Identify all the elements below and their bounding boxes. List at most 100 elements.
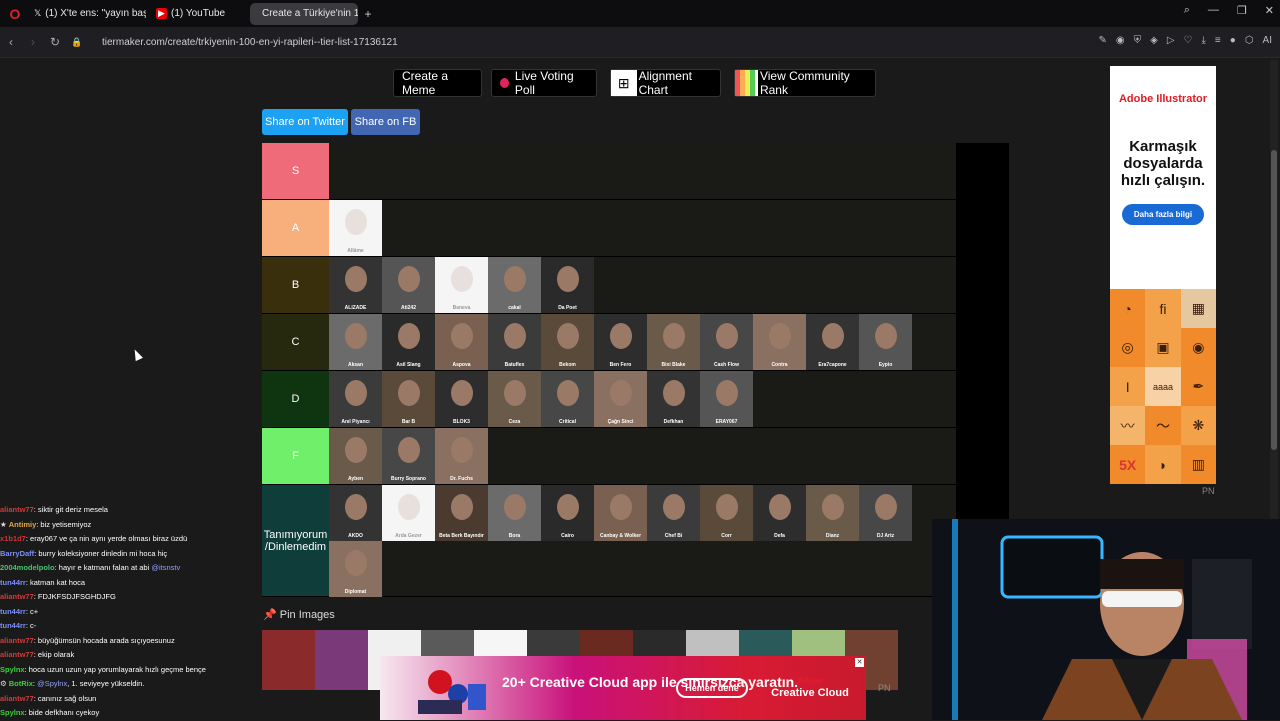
live-voting-button[interactable]: Live Voting Poll [491,69,597,97]
ad-cta-button[interactable]: Daha fazla bilgi [1122,204,1204,225]
tier-item[interactable]: Cash Flow [700,314,753,370]
scrollbar-thumb[interactable] [1271,150,1277,450]
pin-thumbnail[interactable] [262,630,315,690]
tier-settings[interactable] [956,200,1009,256]
tier-item[interactable]: ERAY067 [700,371,753,427]
tier-item[interactable]: Ayben [329,428,382,484]
tier-item[interactable]: Bora [488,485,541,541]
chat-username[interactable]: aliantw77 [0,694,34,703]
opera-logo-icon[interactable]: O [4,3,26,25]
tier-label[interactable]: C [262,314,329,370]
tab-youtube[interactable]: ▶ (1) YouTube [148,3,248,25]
tier-item[interactable]: Diplomat [329,541,382,597]
shield-icon[interactable]: ⛨ [1134,35,1142,46]
edit-icon[interactable]: ✎ [1099,35,1107,46]
tier-label[interactable]: Tanımıyorum /Dinlemedim [262,485,329,596]
back-icon[interactable]: ‹ [0,35,22,49]
tier-item[interactable]: Corr [700,485,753,541]
tier-item[interactable]: Bekom [541,314,594,370]
chat-username[interactable]: Spylnx [0,708,25,717]
tier-item[interactable]: AKDO [329,485,382,541]
tier-item[interactable]: Ceza [488,371,541,427]
url-field[interactable]: tiermaker.com/create/trkiyenin-100-en-yi… [102,37,398,48]
tier-item[interactable]: Bixi Blake [647,314,700,370]
heart-icon[interactable]: ♡ [1184,35,1193,46]
share-twitter-button[interactable]: Share on Twitter [262,109,348,135]
tier-settings[interactable] [956,428,1009,484]
tier-item[interactable]: Bar B [382,371,435,427]
chat-username[interactable]: tun44rr [0,578,26,587]
close-icon[interactable]: ✕ [1265,4,1274,17]
tier-items[interactable]: Anıl Piyancı Bar B BLOK3 Ceza Critical Çağn S… [329,371,956,427]
chat-username[interactable]: aliantw77 [0,592,34,601]
create-meme-button[interactable]: Create a Meme [393,69,482,97]
chat-username[interactable]: aliantw77 [0,505,34,514]
ai-button[interactable]: AI [1263,35,1272,46]
tier-label[interactable]: A [262,200,329,256]
alignment-chart-button[interactable]: ⊞ Alignment Chart [610,69,721,97]
chat-username[interactable]: x1b1d7 [0,534,26,543]
tier-settings[interactable] [956,371,1009,427]
chat-username[interactable]: aliantw77 [0,650,34,659]
tier-item[interactable]: BLOK3 [435,371,488,427]
tier-items[interactable]: Allâme [329,200,956,256]
tier-item[interactable]: Batuflex [488,314,541,370]
chat-username[interactable]: Spylnx [0,665,25,674]
chat-username[interactable]: Antimiy [9,520,37,529]
tier-item[interactable]: Aksan [329,314,382,370]
bottom-ad-cta[interactable]: Hemen dene [676,678,748,698]
tier-label[interactable]: S [262,143,329,199]
restore-icon[interactable]: ❐ [1237,4,1247,17]
tier-settings[interactable] [956,314,1009,370]
minimize-icon[interactable]: — [1208,4,1219,17]
chat-username[interactable]: BotRix [9,679,33,688]
tier-item[interactable]: Eypio [859,314,912,370]
extensions-icon[interactable]: ⬡ [1245,35,1254,46]
tier-settings[interactable] [956,143,1009,199]
tier-item[interactable]: ALIZADE [329,257,382,313]
tier-item[interactable]: cakal [488,257,541,313]
share-fb-button[interactable]: Share on FB [351,109,420,135]
tier-item[interactable]: Canbay & Wolker [594,485,647,541]
chat-mention[interactable]: @Spylnx [37,679,67,688]
tier-item[interactable]: Defkhan [647,371,700,427]
chat-mention[interactable]: @itsnstv [151,563,180,572]
tier-item[interactable]: Chef Bi [647,485,700,541]
forward-icon[interactable]: › [22,35,44,49]
tier-settings[interactable] [956,257,1009,313]
pin-images-label[interactable]: 📌 Pin Images [263,608,335,621]
search-icon[interactable]: ⌕ [1184,4,1190,17]
tier-item[interactable]: Ati242 [382,257,435,313]
tier-item[interactable]: Cairo [541,485,594,541]
tier-label[interactable]: F [262,428,329,484]
download-icon[interactable]: ⤓ [1202,35,1206,46]
chat-username[interactable]: 2004modelpolo [0,563,55,572]
profile-icon[interactable]: ● [1230,35,1236,46]
creative-cloud-ad[interactable]: 20+ Creative Cloud app ile sınırsızca ya… [380,656,866,720]
tier-item[interactable]: Da Poet [541,257,594,313]
tier-item[interactable]: Defa [753,485,806,541]
tier-item[interactable]: Çağn Sinci [594,371,647,427]
tab-tiermaker[interactable]: Create a Türkiye'nin 100 · [250,2,358,25]
tier-item[interactable]: Allâme [329,200,382,256]
tier-item[interactable]: Arda Gezer [382,485,435,541]
tier-item[interactable]: DJ Artz [859,485,912,541]
tier-item[interactable]: Aspova [435,314,488,370]
tier-item[interactable]: Contra [753,314,806,370]
tier-label[interactable]: B [262,257,329,313]
community-rank-button[interactable]: View Community Rank [734,69,876,97]
menu-icon[interactable]: ≡ [1215,35,1221,46]
chat-username[interactable]: tun44rr [0,621,26,630]
chat-username[interactable]: aliantw77 [0,636,34,645]
tab-x[interactable]: 𝕏 (1) X'te ens: "yayın başladı [26,3,146,25]
ad-close-icon[interactable]: ✕ [855,658,864,667]
adobe-illustrator-ad[interactable]: Adobe Illustrator Karmaşık dosyalarda hı… [1110,66,1216,484]
pin-thumbnail[interactable] [315,630,368,690]
chat-username[interactable]: BarryDaff [0,549,34,558]
tier-item[interactable]: Burry Soprano [382,428,435,484]
tier-label[interactable]: D [262,371,329,427]
play-icon[interactable]: ▷ [1167,35,1175,46]
vpn-icon[interactable]: ◈ [1150,35,1158,46]
tier-items[interactable]: AKDO Arda Gezer Beta Berk Bayındır Bora Cair… [329,485,956,597]
tier-items[interactable]: ALIZADE Ati242 Baneva cakal Da Poet [329,257,956,313]
